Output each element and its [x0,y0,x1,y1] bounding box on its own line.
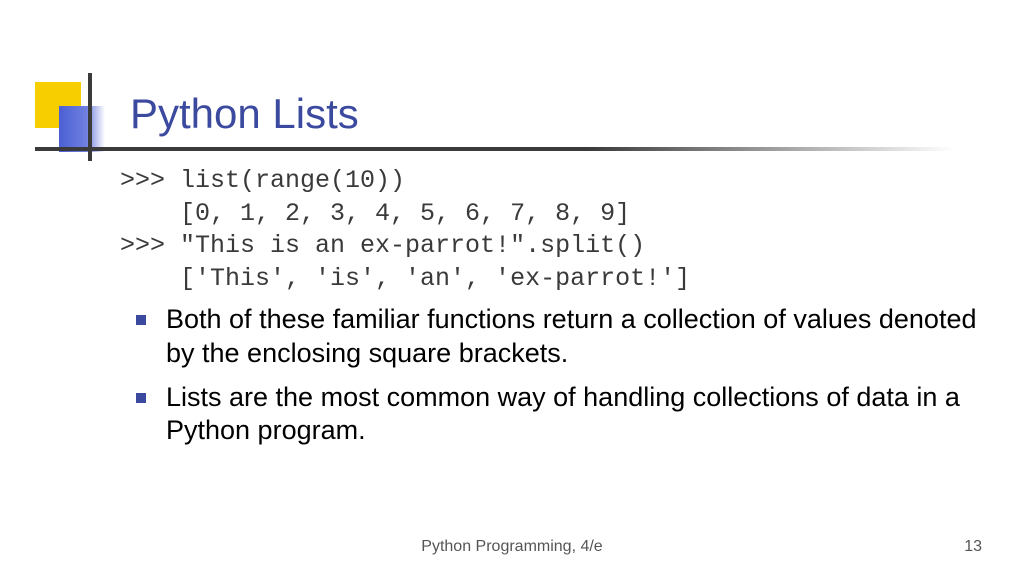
slide-title: Python Lists [130,90,359,138]
horizontal-divider [35,147,955,151]
slide-decoration [35,82,135,152]
code-block: >>> list(range(10)) [0, 1, 2, 3, 4, 5, 6… [120,165,990,295]
code-line: >>> list(range(10)) [120,166,405,195]
code-line: [0, 1, 2, 3, 4, 5, 6, 7, 8, 9] [120,199,630,228]
footer-text: Python Programming, 4/e [0,538,1024,556]
slide-content: >>> list(range(10)) [0, 1, 2, 3, 4, 5, 6… [120,165,990,458]
page-number: 13 [964,538,982,556]
bullet-list: Both of these familiar functions return … [136,303,990,448]
bullet-item: Both of these familiar functions return … [136,303,990,371]
bullet-item: Lists are the most common way of handlin… [136,381,990,449]
blue-square-icon [59,106,105,152]
code-line: ['This', 'is', 'an', 'ex-parrot!'] [120,264,690,293]
code-line: >>> "This is an ex-parrot!".split() [120,231,645,260]
vertical-divider [88,73,92,161]
